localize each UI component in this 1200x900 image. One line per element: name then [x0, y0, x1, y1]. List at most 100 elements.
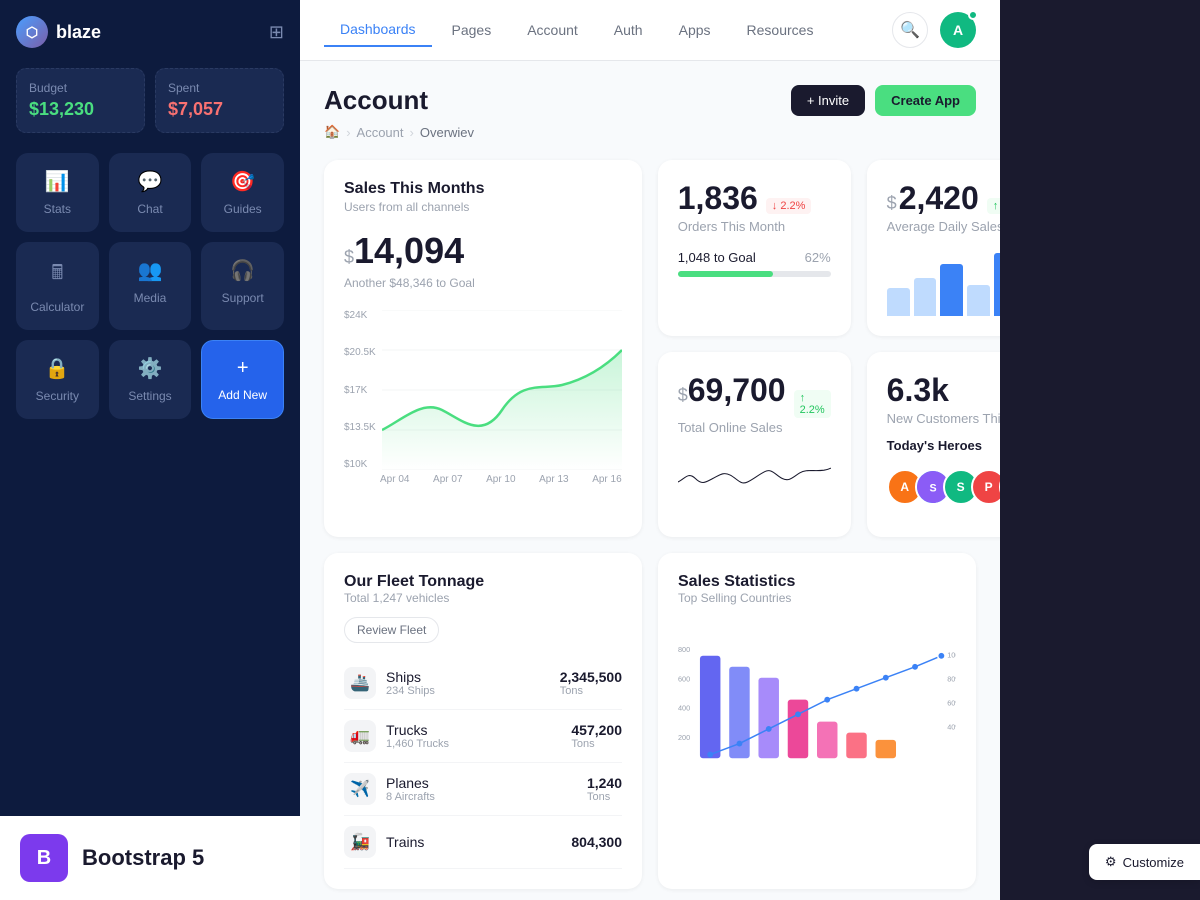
fleet-title: Our Fleet Tonnage	[344, 573, 622, 591]
stats-grid: 1,836 ↓ 2.2% Orders This Month 1,048 to …	[324, 160, 976, 537]
nav-pages[interactable]: Pages	[436, 14, 508, 46]
budget-value: $13,230	[29, 99, 132, 120]
budget-cards: Budget $13,230 Spent $7,057	[16, 68, 284, 133]
sales-month-title: Sales This Months	[344, 180, 622, 198]
media-icon: 👥	[138, 258, 163, 283]
progress-fill	[678, 271, 773, 277]
progress-pct: 62%	[805, 250, 831, 265]
bar-4	[967, 285, 990, 317]
sidebar-item-calculator[interactable]: 🖩 Calculator	[16, 242, 99, 330]
breadcrumb-account: Account	[357, 125, 404, 140]
heroes-row: A S S P M +42	[887, 469, 1000, 505]
sidebar-header: ⬡ blaze ⊞	[16, 16, 284, 48]
customers-card: 6.3k New Customers This Month Today's He…	[867, 352, 1000, 537]
dark-overlay: ⚙ Customize	[1000, 0, 1200, 900]
daily-sales-label: Average Daily Sales	[887, 219, 1000, 234]
progress-bar	[678, 271, 831, 277]
budget-card: Budget $13,230	[16, 68, 145, 133]
menu-icon[interactable]: ⊞	[269, 22, 284, 43]
fleet-item-planes: ✈️ Planes 8 Aircrafts 1,240 Tons	[344, 763, 622, 816]
nav-resources[interactable]: Resources	[731, 14, 830, 46]
svg-text:200: 200	[678, 733, 690, 742]
budget-label: Budget	[29, 81, 132, 95]
progress-row: 1,048 to Goal 62%	[678, 250, 831, 265]
hero-4: P	[971, 469, 1000, 505]
svg-text:600: 600	[678, 674, 690, 683]
online-sales-card: $ 69,700 ↑ 2.2% Total Online Sales	[658, 352, 851, 537]
sidebar-item-chat[interactable]: 💬 Chat	[109, 153, 192, 232]
logo-icon: ⬡	[16, 16, 48, 48]
page-header: Account + Invite Create App	[324, 85, 976, 116]
sidebar-item-media[interactable]: 👥 Media	[109, 242, 192, 330]
sidebar-item-settings[interactable]: ⚙️ Settings	[109, 340, 192, 419]
orders-badge: ↓ 2.2%	[766, 198, 812, 214]
breadcrumb-overview: Overwiev	[420, 125, 474, 140]
guides-icon: 🎯	[230, 169, 255, 194]
logo-area: ⬡ blaze	[16, 16, 101, 48]
sidebar: ⬡ blaze ⊞ Budget $13,230 Spent $7,057 📊 …	[0, 0, 300, 900]
sidebar-item-add-new[interactable]: + Add New	[201, 340, 284, 419]
progress-label: 1,048 to Goal	[678, 250, 756, 265]
page-title: Account	[324, 85, 428, 116]
fleet-item-ships: 🚢 Ships 234 Ships 2,345,500 Tons	[344, 657, 622, 710]
customers-label: New Customers This Month	[887, 411, 1000, 426]
breadcrumb-home: 🏠	[324, 124, 340, 140]
main-content: Dashboards Pages Account Auth Apps Resou…	[300, 0, 1000, 900]
breadcrumb: 🏠 › Account › Overwiev	[324, 124, 976, 140]
line-chart-svg	[382, 310, 622, 470]
add-icon: +	[237, 357, 249, 380]
nav-apps[interactable]: Apps	[663, 14, 727, 46]
svg-text:80%: 80%	[947, 674, 956, 683]
sidebar-item-stats[interactable]: 📊 Stats	[16, 153, 99, 232]
bootstrap-badge: B Bootstrap 5	[0, 816, 300, 900]
fleet-card: Our Fleet Tonnage Total 1,247 vehicles R…	[324, 553, 642, 889]
settings-icon: ⚙️	[138, 356, 163, 381]
daily-sales-card: $ 2,420 ↑ 2.6% Average Daily Sales	[867, 160, 1000, 336]
customize-icon: ⚙	[1105, 854, 1117, 870]
fleet-item-trains: 🚂 Trains 804,300	[344, 816, 622, 869]
invite-button[interactable]: + Invite	[791, 85, 865, 116]
sales-stats-chart: 800 600 400 200	[678, 617, 956, 797]
top-nav-links: Dashboards Pages Account Auth Apps Resou…	[324, 13, 829, 47]
sales-stats-card: Sales Statistics Top Selling Countries 8…	[658, 553, 976, 889]
sales-big-value: 14,094	[354, 230, 464, 272]
trains-icon: 🚂	[344, 826, 376, 858]
nav-auth[interactable]: Auth	[598, 14, 659, 46]
user-avatar[interactable]: A	[940, 12, 976, 48]
mini-bar-chart	[887, 246, 1000, 316]
sales-stats-subtitle: Top Selling Countries	[678, 591, 956, 605]
review-fleet-button[interactable]: Review Fleet	[344, 617, 439, 643]
support-icon: 🎧	[230, 258, 255, 283]
nav-grid: 📊 Stats 💬 Chat 🎯 Guides 🖩 Calculator 👥 M…	[16, 153, 284, 330]
stats-icon: 📊	[45, 169, 70, 194]
svg-text:40%: 40%	[947, 723, 956, 732]
sidebar-item-support[interactable]: 🎧 Support	[201, 242, 284, 330]
page-content: Account + Invite Create App 🏠 › Account …	[300, 61, 1000, 900]
page-actions: + Invite Create App	[791, 85, 976, 116]
search-button[interactable]: 🔍	[892, 12, 928, 48]
heroes-title: Today's Heroes	[887, 438, 1000, 453]
sales-chart: $24K $20.5K $17K $13.5K $10K	[344, 310, 622, 485]
bar-1	[887, 288, 910, 316]
nav-account[interactable]: Account	[511, 14, 594, 46]
spent-value: $7,057	[168, 99, 271, 120]
top-nav-right: 🔍 A	[892, 12, 976, 48]
create-app-button[interactable]: Create App	[875, 85, 976, 116]
bar-3	[940, 264, 963, 317]
fleet-subtitle: Total 1,247 vehicles	[344, 591, 622, 605]
nav-dashboards[interactable]: Dashboards	[324, 13, 432, 47]
daily-sales-badge: ↑ 2.6%	[987, 198, 1000, 214]
chat-icon: 💬	[138, 169, 163, 194]
sidebar-item-guides[interactable]: 🎯 Guides	[201, 153, 284, 232]
orders-label: Orders This Month	[678, 219, 831, 234]
spent-label: Spent	[168, 81, 271, 95]
svg-text:400: 400	[678, 704, 690, 713]
ships-icon: 🚢	[344, 667, 376, 699]
online-sales-label: Total Online Sales	[678, 420, 831, 435]
svg-text:800: 800	[678, 645, 690, 654]
fleet-item-trucks: 🚛 Trucks 1,460 Trucks 457,200 Tons	[344, 710, 622, 763]
avatar-status-dot	[968, 10, 978, 20]
sales-goal-text: Another $48,346 to Goal	[344, 276, 622, 290]
sidebar-item-security[interactable]: 🔒 Security	[16, 340, 99, 419]
customize-button[interactable]: ⚙ Customize	[1089, 844, 1200, 880]
